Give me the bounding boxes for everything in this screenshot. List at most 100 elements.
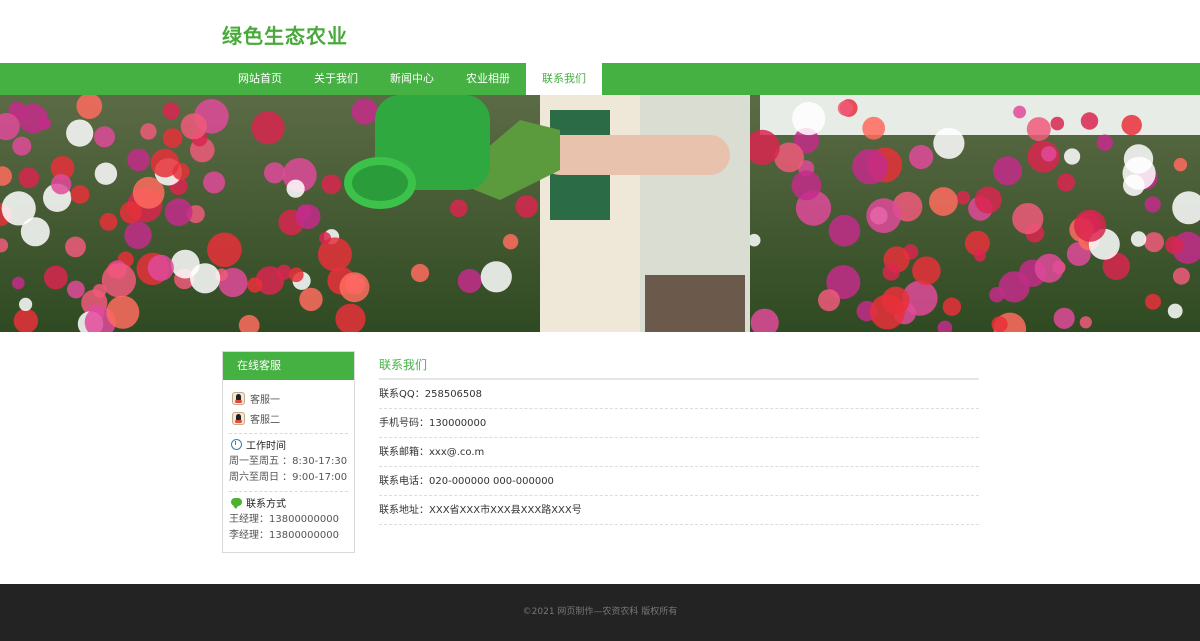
flower-blossom [1026,117,1051,142]
hours-title-text: 工作时间 [246,440,286,452]
flower-blossom [297,204,312,219]
flower-blossom [457,269,482,293]
contact-content: 联系我们 联系QQ：258506508 手机号码：130000000 联系邮箱：… [379,351,979,525]
flower-blossom [321,174,342,195]
flower-blossom [286,179,305,198]
contact-title: 联系方式 [223,492,354,512]
service-link-1[interactable]: 客服一 [223,388,354,408]
flower-blossom [1173,157,1188,172]
flower-blossom [1053,307,1075,329]
site-logo[interactable]: 绿色生态农业 [222,20,348,49]
flower-blossom [264,162,286,184]
nav-item-about[interactable]: 关于我们 [298,63,374,95]
flower-blossom [515,195,538,218]
flower-blossom [818,289,840,312]
contact-email: 联系邮箱：xxx@.co.m [379,438,979,467]
flower-blossom [180,113,207,140]
flower-blossom [1172,267,1190,285]
contact-line-2: 李经理：13800000000 [229,530,339,541]
flower-blossom [410,263,430,283]
flower-blossom [1,191,36,226]
hours-weekday: 周一至周五 ：8:30-17:30 [229,456,348,467]
flower-blossom [164,198,193,227]
nav-item-home[interactable]: 网站首页 [222,63,298,95]
flower-blossom [974,186,1002,214]
copyright-text: ©2021 网页制作—农资农科 版权所有 [522,607,678,617]
banner-image [0,95,1200,332]
flower-blossom [1064,148,1081,165]
flower-blossom [882,263,900,281]
flower-blossom [1041,146,1057,162]
flower-blossom [449,199,468,218]
flower-blossom [1145,293,1161,310]
flower-blossom [289,267,304,283]
flower-blossom [993,156,1023,186]
flower-blossom [207,232,242,268]
nav-item-contact[interactable]: 联系我们 [526,63,602,95]
flower-blossom [837,100,854,116]
flower-blossom [866,198,902,234]
flower-blossom [94,162,118,185]
hours-weekend: 周六至周日 ：9:00-17:00 [229,472,348,483]
flower-blossom [162,102,180,120]
flower-blossom [51,174,72,195]
flower-blossom [11,276,25,290]
flower-blossom [869,294,905,330]
flower-blossom [203,171,226,194]
flower-blossom [140,123,157,140]
nav-item-album[interactable]: 农业相册 [450,63,526,95]
hours-title: 工作时间 [223,434,354,454]
flower-blossom [1080,112,1099,130]
flower-blossom [12,136,32,156]
panel-title: 在线客服 [223,352,354,380]
flower-blossom [929,187,958,216]
flower-blossom [852,148,888,185]
flower-blossom [127,148,150,172]
flower-blossom [991,316,1008,332]
flower-blossom [1079,316,1092,329]
flower-blossom [13,308,39,332]
flower-blossom [1013,105,1026,119]
chat-bubble-icon [231,498,242,509]
flower-blossom [1121,114,1142,136]
flower-blossom [67,280,85,299]
flower-blossom [1144,196,1161,213]
contact-address: 联系地址：XXX省XXX市XXX县XXX路XXX号 [379,496,979,525]
flower-blossom [1144,232,1164,253]
flower-blossom [1123,174,1145,196]
flower-blossom [147,254,174,281]
flower-blossom [43,265,68,290]
clock-icon [231,438,242,450]
flower-blossom [66,119,94,147]
flower-blossom [956,190,971,205]
flower-blossom [1167,303,1183,319]
contact-line-1: 王经理：13800000000 [229,514,339,525]
service-link-2[interactable]: 客服二 [223,408,354,428]
flower-blossom [974,249,986,262]
flower-blossom [101,263,136,298]
flower-blossom [190,263,221,294]
flower-blossom [909,144,934,170]
flower-blossom [828,214,861,247]
flower-blossom [162,128,183,148]
flower-blossom [1096,134,1114,151]
qq-icon [232,411,245,425]
flower-blossom [247,277,263,293]
nav-item-news[interactable]: 新闻中心 [374,63,450,95]
flower-blossom [1034,253,1064,283]
flower-blossom [1074,209,1107,242]
flower-blossom [792,101,826,136]
service-label: 客服二 [250,414,280,426]
flower-blossom [339,272,370,303]
flower-blossom [299,287,323,312]
online-service-panel: 在线客服 客服一 客服二 工作时间 周一至周五 ：8:30-17:30 周六至周… [222,351,355,553]
site-header: 绿色生态农业 [0,0,1200,63]
flower-blossom [791,170,822,201]
hero-banner [0,95,1200,332]
contact-phone: 联系电话：020-000000 000-000000 [379,467,979,496]
flower-blossom [65,236,86,258]
flower-blossom [70,185,90,204]
main-nav: 网站首页 关于我们 新闻中心 农业相册 联系我们 [0,63,1200,95]
flower-blossom [351,98,378,125]
flower-blossom [251,111,285,145]
